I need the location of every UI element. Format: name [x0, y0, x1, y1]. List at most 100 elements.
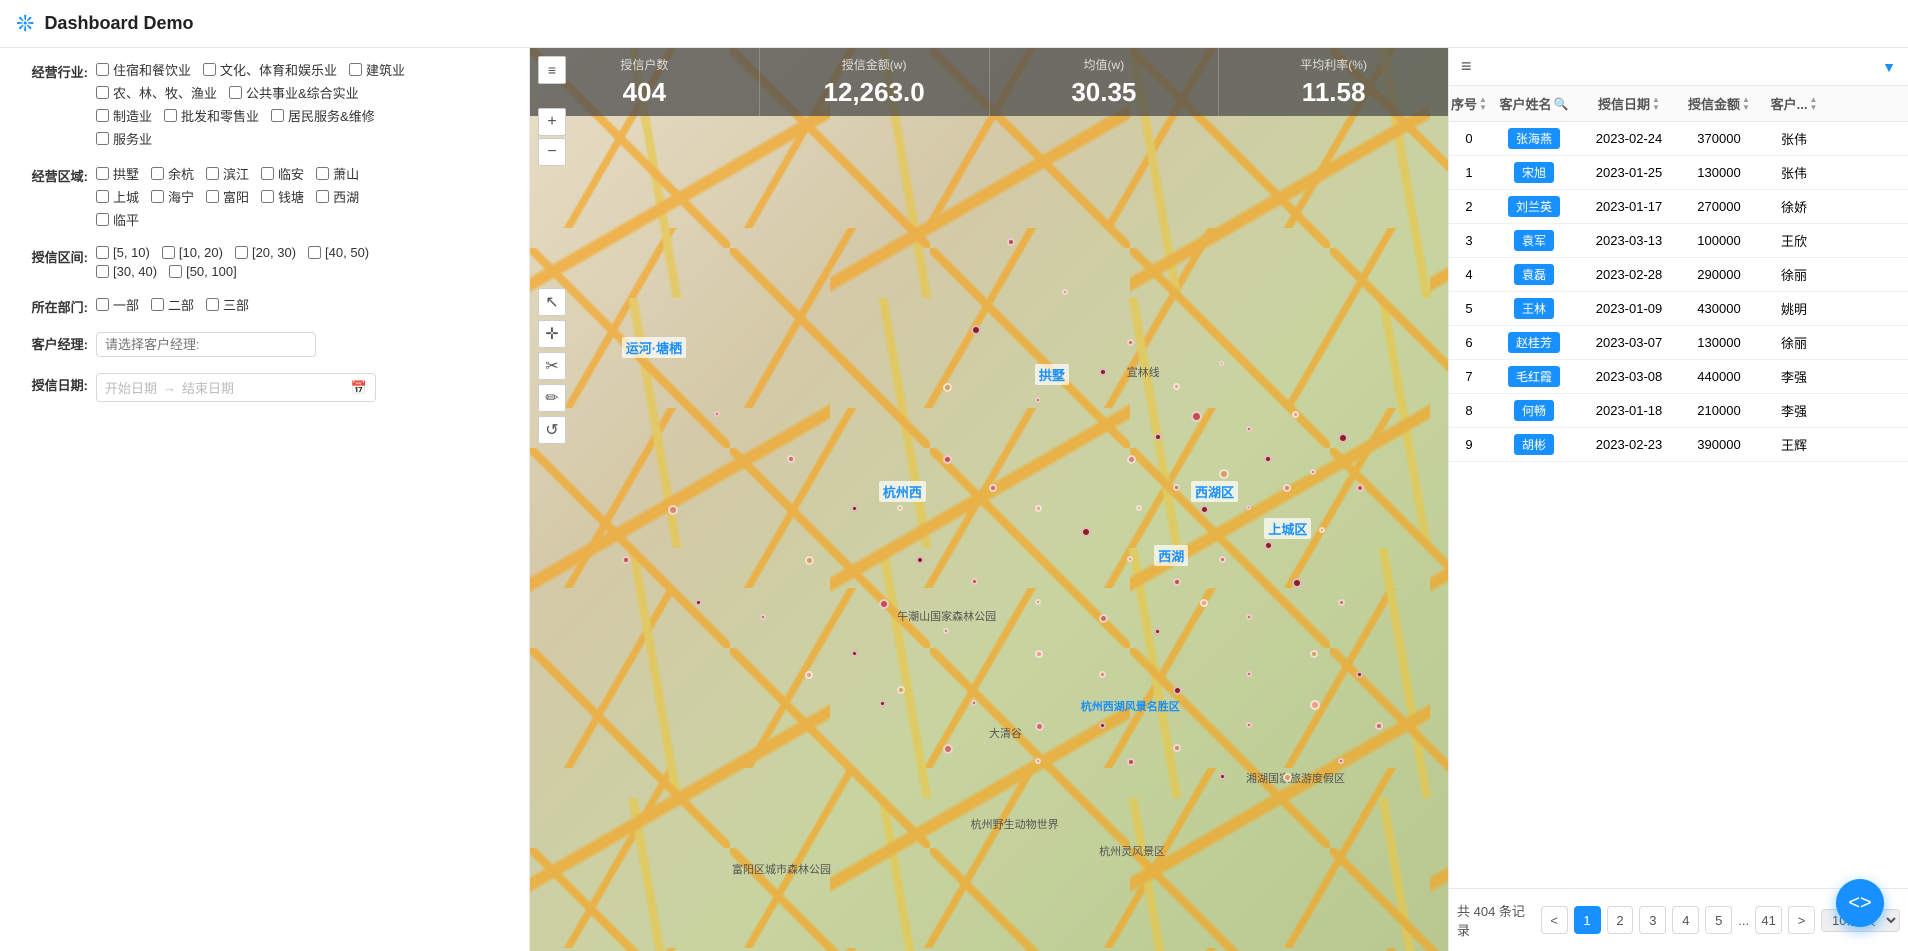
ellipsis: ...	[1738, 913, 1749, 928]
page-4-button[interactable]: 4	[1672, 906, 1699, 934]
industry-option[interactable]: 公共事业&综合实业	[229, 83, 359, 102]
region-option[interactable]: 萧山	[316, 164, 359, 183]
map-label-wuniaoshan: 午潮山国家森林公园	[897, 608, 996, 624]
stat-card: 均值(w) 30.35	[990, 48, 1220, 116]
col-header-seq[interactable]: 序号 ▲▼	[1449, 94, 1489, 113]
region-option[interactable]: 滨江	[206, 164, 249, 183]
region-option[interactable]: 临安	[261, 164, 304, 183]
col-header-name[interactable]: 客户姓名 🔍	[1489, 94, 1579, 113]
name-badge[interactable]: 张海燕	[1508, 128, 1560, 149]
col-header-date[interactable]: 授信日期 ▲▼	[1579, 94, 1679, 113]
tool-cursor[interactable]: ↖	[538, 288, 566, 316]
industry-option[interactable]: 农、林、牧、渔业	[96, 83, 217, 102]
map-region-gongshu: 拱墅	[1035, 364, 1069, 385]
map-region-shangcheng: 上城区	[1264, 518, 1311, 539]
last-page-button[interactable]: 41	[1755, 906, 1782, 934]
col-header-mgr[interactable]: 客户... ▲▼	[1759, 94, 1829, 113]
dept-option[interactable]: 二部	[151, 295, 194, 314]
cell-name[interactable]: 袁军	[1489, 230, 1579, 251]
map-label-yunhe: 运河·塘栖	[622, 337, 686, 358]
table-filter-icon[interactable]: ▼	[1882, 59, 1896, 75]
name-badge[interactable]: 刘兰英	[1508, 196, 1560, 217]
menu-button[interactable]: ≡	[538, 56, 566, 84]
name-badge[interactable]: 袁军	[1514, 230, 1554, 251]
cell-name[interactable]: 赵桂芳	[1489, 332, 1579, 353]
name-badge[interactable]: 何畅	[1514, 400, 1554, 421]
cell-amount: 390000	[1679, 437, 1759, 452]
industry-option[interactable]: 居民服务&维修	[271, 106, 375, 125]
page-3-button[interactable]: 3	[1639, 906, 1666, 934]
dept-option[interactable]: 三部	[206, 295, 249, 314]
industry-option[interactable]: 住宿和餐饮业	[96, 60, 191, 79]
cell-amount: 130000	[1679, 165, 1759, 180]
cell-name[interactable]: 毛红霞	[1489, 366, 1579, 387]
region-option[interactable]: 富阳	[206, 187, 249, 206]
region-option[interactable]: 拱墅	[96, 164, 139, 183]
page-2-button[interactable]: 2	[1607, 906, 1634, 934]
map-container[interactable]: 授信户数 404授信金额(w) 12,263.0均值(w) 30.35平均利率(…	[530, 48, 1448, 951]
region-option[interactable]: 西湖	[316, 187, 359, 206]
next-page-button[interactable]: >	[1788, 906, 1815, 934]
map-label-wildlife: 杭州野生动物世界	[971, 816, 1059, 832]
industry-option[interactable]: 批发和零售业	[164, 106, 259, 125]
page-1-button[interactable]: 1	[1574, 906, 1601, 934]
cell-mgr: 徐娇	[1759, 197, 1829, 216]
cell-seq: 5	[1449, 301, 1489, 316]
name-badge[interactable]: 赵桂芳	[1508, 332, 1560, 353]
stat-label: 授信户数	[542, 56, 747, 73]
zoom-in-button[interactable]: +	[538, 108, 566, 136]
table-row: 4 袁磊 2023-02-28 290000 徐丽	[1449, 258, 1908, 292]
cell-seq: 8	[1449, 403, 1489, 418]
table-row: 0 张海燕 2023-02-24 370000 张伟	[1449, 122, 1908, 156]
cell-name[interactable]: 刘兰英	[1489, 196, 1579, 217]
tool-move[interactable]: ✛	[538, 320, 566, 348]
cell-name[interactable]: 袁磊	[1489, 264, 1579, 285]
name-badge[interactable]: 胡彬	[1514, 434, 1554, 455]
date-range-input[interactable]: 开始日期 → 结束日期 📅	[96, 373, 376, 402]
name-badge[interactable]: 宋旭	[1514, 162, 1554, 183]
credit-option[interactable]: [20, 30)	[235, 245, 296, 260]
region-option[interactable]: 余杭	[151, 164, 194, 183]
prev-page-button[interactable]: <	[1541, 906, 1568, 934]
fab-button[interactable]: <>	[1836, 879, 1884, 927]
name-badge[interactable]: 袁磊	[1514, 264, 1554, 285]
map-label-lianghu: 杭州灵风景区	[1099, 843, 1165, 859]
industry-option[interactable]: 制造业	[96, 106, 152, 125]
dept-option[interactable]: 一部	[96, 295, 139, 314]
cell-name[interactable]: 宋旭	[1489, 162, 1579, 183]
cell-amount: 430000	[1679, 301, 1759, 316]
name-badge[interactable]: 王林	[1514, 298, 1554, 319]
cell-name[interactable]: 胡彬	[1489, 434, 1579, 455]
region-option[interactable]: 海宁	[151, 187, 194, 206]
tool-pencil[interactable]: ✏	[538, 384, 566, 412]
industry-option[interactable]: 文化、体育和娱乐业	[203, 60, 337, 79]
cell-mgr: 李强	[1759, 401, 1829, 420]
credit-option[interactable]: [5, 10)	[96, 245, 150, 260]
zoom-out-button[interactable]: −	[538, 138, 566, 166]
date-range-wrap: 开始日期 → 结束日期 📅	[96, 373, 513, 402]
credit-option[interactable]: [10, 20)	[162, 245, 223, 260]
tool-refresh[interactable]: ↺	[538, 416, 566, 444]
credit-option[interactable]: [50, 100]	[169, 264, 237, 279]
col-header-amount[interactable]: 授信金额 ▲▼	[1679, 94, 1759, 113]
stat-label: 授信金额(w)	[772, 56, 977, 73]
cell-name[interactable]: 王林	[1489, 298, 1579, 319]
table-menu-icon[interactable]: ≡	[1461, 56, 1472, 77]
page-5-button[interactable]: 5	[1705, 906, 1732, 934]
tool-scissors[interactable]: ✂	[538, 352, 566, 380]
name-badge[interactable]: 毛红霞	[1508, 366, 1560, 387]
credit-option[interactable]: [40, 50)	[308, 245, 369, 260]
cell-name[interactable]: 张海燕	[1489, 128, 1579, 149]
cell-name[interactable]: 何畅	[1489, 400, 1579, 421]
region-option[interactable]: 钱塘	[261, 187, 304, 206]
industry-option[interactable]: 建筑业	[349, 60, 405, 79]
manager-input[interactable]	[96, 332, 316, 357]
industry-option[interactable]: 服务业	[96, 129, 152, 148]
credit-option[interactable]: [30, 40)	[96, 264, 157, 279]
region-option[interactable]: 临平	[96, 210, 139, 229]
region-option[interactable]: 上城	[96, 187, 139, 206]
cell-seq: 0	[1449, 131, 1489, 146]
manager-label: 客户经理:	[16, 332, 88, 353]
region-options: 拱墅 余杭 滨江 临安 萧山 上城 海宁 富阳 钱塘 西湖 临平	[96, 164, 513, 229]
cell-seq: 7	[1449, 369, 1489, 384]
